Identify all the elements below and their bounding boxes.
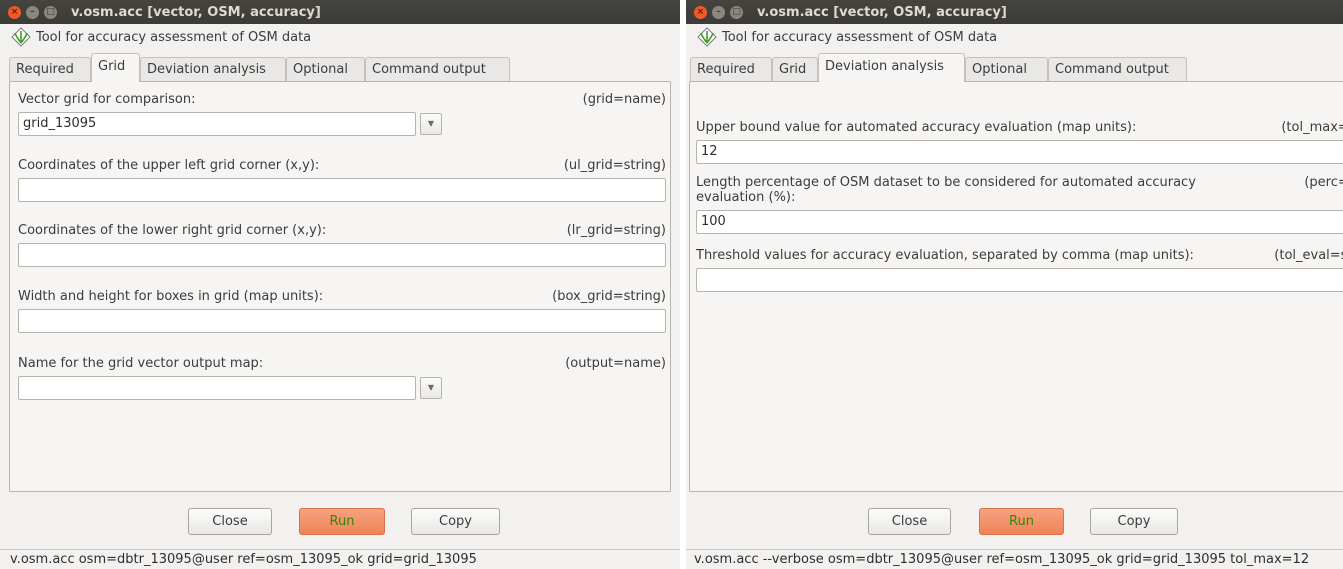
grass-logo-icon bbox=[697, 27, 717, 47]
tab-required[interactable]: Required bbox=[690, 57, 772, 81]
perc-label: Length percentage of OSM dataset to be c… bbox=[696, 175, 1196, 205]
grid-input[interactable]: grid_13095 bbox=[18, 112, 416, 136]
tab-command-output[interactable]: Command output bbox=[1048, 57, 1187, 81]
command-preview: v.osm.acc --verbose osm=dbtr_13095@user … bbox=[686, 549, 1343, 569]
tol-max-label: Upper bound value for automated accuracy… bbox=[696, 120, 1137, 135]
output-key: (output=name) bbox=[565, 356, 666, 371]
box-grid-key: (box_grid=string) bbox=[552, 289, 666, 304]
tol-max-input[interactable]: 12 bbox=[696, 140, 1343, 164]
window-maximize-icon[interactable]: □ bbox=[730, 5, 743, 19]
run-button[interactable]: Run bbox=[299, 508, 385, 535]
perc-input[interactable]: 100 bbox=[696, 210, 1343, 234]
tol-eval-input[interactable] bbox=[696, 268, 1343, 292]
ul-grid-label: Coordinates of the upper left grid corne… bbox=[18, 158, 320, 173]
grid-tab-window: × – □ v.osm.acc [vector, OSM, accuracy] … bbox=[0, 0, 680, 569]
tab-deviation-analysis[interactable]: Deviation analysis bbox=[140, 57, 286, 81]
window-minimize-icon[interactable]: – bbox=[26, 5, 39, 19]
tab-command-output[interactable]: Command output bbox=[365, 57, 510, 81]
ul-grid-input[interactable] bbox=[18, 178, 666, 202]
tab-grid[interactable]: Grid bbox=[91, 53, 140, 82]
grid-label: Vector grid for comparison: bbox=[18, 92, 196, 107]
output-input[interactable] bbox=[18, 376, 416, 400]
window-title: v.osm.acc [vector, OSM, accuracy] bbox=[71, 4, 321, 20]
box-grid-label: Width and height for boxes in grid (map … bbox=[18, 289, 324, 304]
grass-logo-icon bbox=[11, 27, 31, 47]
tab-grid[interactable]: Grid bbox=[772, 57, 818, 81]
window-close-icon[interactable]: × bbox=[8, 5, 21, 19]
deviation-tab-window: × – □ v.osm.acc [vector, OSM, accuracy] … bbox=[686, 0, 1343, 569]
grid-panel: Vector grid for comparison: (grid=name) … bbox=[9, 81, 671, 492]
output-label: Name for the grid vector output map: bbox=[18, 356, 264, 371]
run-button[interactable]: Run bbox=[979, 508, 1064, 535]
tol-max-key: (tol_max=float bbox=[1281, 120, 1343, 135]
title-bar[interactable]: × – □ v.osm.acc [vector, OSM, accuracy] bbox=[0, 0, 680, 24]
deviation-panel: Upper bound value for automated accuracy… bbox=[689, 81, 1343, 492]
grid-key: (grid=name) bbox=[582, 92, 666, 107]
command-preview: v.osm.acc osm=dbtr_13095@user ref=osm_13… bbox=[0, 549, 680, 569]
lr-grid-input[interactable] bbox=[18, 243, 666, 267]
grid-dropdown-icon[interactable]: ▼ bbox=[420, 113, 442, 135]
tab-deviation-analysis[interactable]: Deviation analysis bbox=[818, 53, 965, 82]
tol-eval-label: Threshold values for accuracy evaluation… bbox=[696, 248, 1194, 263]
window-close-icon[interactable]: × bbox=[694, 5, 707, 19]
box-grid-input[interactable] bbox=[18, 309, 666, 333]
tab-required[interactable]: Required bbox=[9, 57, 91, 81]
lr-grid-label: Coordinates of the lower right grid corn… bbox=[18, 223, 327, 238]
tab-bar: Required Grid Deviation analysis Optiona… bbox=[686, 50, 1343, 82]
close-button[interactable]: Close bbox=[868, 508, 951, 535]
module-description: Tool for accuracy assessment of OSM data bbox=[722, 29, 998, 45]
window-maximize-icon[interactable]: □ bbox=[44, 5, 57, 19]
window-minimize-icon[interactable]: – bbox=[712, 5, 725, 19]
output-dropdown-icon[interactable]: ▼ bbox=[420, 377, 442, 399]
copy-button[interactable]: Copy bbox=[411, 508, 500, 535]
copy-button[interactable]: Copy bbox=[1090, 508, 1178, 535]
window-title: v.osm.acc [vector, OSM, accuracy] bbox=[757, 4, 1007, 20]
title-bar[interactable]: × – □ v.osm.acc [vector, OSM, accuracy] bbox=[686, 0, 1343, 24]
ul-grid-key: (ul_grid=string) bbox=[563, 158, 666, 173]
module-description: Tool for accuracy assessment of OSM data bbox=[36, 29, 312, 45]
tol-eval-key: (tol_eval=string bbox=[1274, 248, 1343, 263]
close-button[interactable]: Close bbox=[188, 508, 272, 535]
lr-grid-key: (lr_grid=string) bbox=[566, 223, 666, 238]
perc-key: (perc=float bbox=[1304, 175, 1343, 190]
tab-bar: Required Grid Deviation analysis Optiona… bbox=[0, 50, 680, 82]
tab-optional[interactable]: Optional bbox=[286, 57, 365, 81]
tab-optional[interactable]: Optional bbox=[965, 57, 1048, 81]
